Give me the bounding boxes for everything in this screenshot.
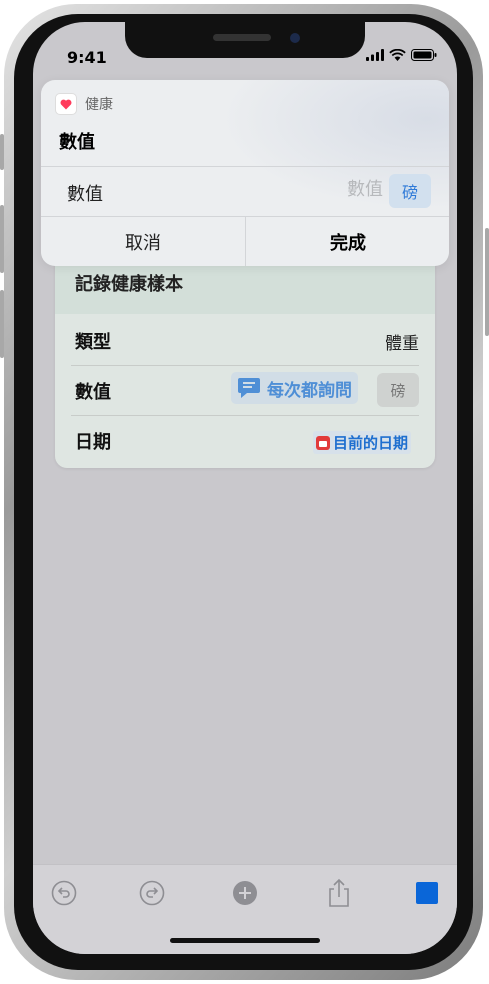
row-type-label: 類型 [75, 332, 111, 353]
health-app-icon [55, 93, 77, 115]
notch [125, 22, 365, 58]
signal-icon [366, 49, 384, 61]
message-icon [238, 378, 260, 398]
share-icon[interactable] [323, 877, 355, 909]
ask-each-time-token[interactable]: 每次都詢問 [231, 372, 358, 404]
status-time: 9:41 [67, 48, 107, 67]
current-date-token[interactable]: 目前的日期 [312, 431, 411, 454]
unit-token[interactable]: 磅 [377, 373, 419, 407]
screen: 記錄健康樣本 類型 體重 數值 每次都詢問 磅 日期 目前的日期 健康 數值 數… [33, 22, 457, 954]
undo-icon[interactable] [48, 877, 80, 909]
volume-up-button [0, 205, 4, 273]
front-camera [290, 33, 300, 43]
done-button[interactable]: 完成 [246, 217, 449, 266]
cancel-button[interactable]: 取消 [41, 217, 245, 266]
wifi-icon [389, 49, 406, 61]
row-date[interactable]: 日期 目前的日期 [55, 416, 435, 466]
silent-switch [0, 134, 4, 170]
calendar-icon [315, 435, 330, 450]
row-type-value[interactable]: 體重 [385, 329, 419, 354]
app-name: 健康 [85, 97, 113, 113]
home-indicator[interactable] [170, 938, 320, 943]
add-icon[interactable] [229, 877, 261, 909]
row-type[interactable]: 類型 體重 [55, 316, 435, 366]
speaker-grille [213, 34, 271, 41]
ask-each-time-label: 每次都詢問 [267, 380, 352, 401]
card-title: 記錄健康樣本 [75, 274, 183, 295]
redo-icon[interactable] [136, 877, 168, 909]
volume-down-button [0, 290, 4, 358]
row-value-label: 數值 [75, 382, 111, 403]
battery-icon [411, 49, 437, 61]
play-icon[interactable] [411, 877, 443, 909]
row-value[interactable]: 數值 每次都詢問 磅 [55, 366, 435, 416]
power-button [485, 228, 489, 336]
current-date-label: 目前的日期 [332, 434, 408, 452]
heart-icon [60, 99, 72, 109]
prompt-title: 數值 [59, 132, 95, 153]
value-field-label: 數值 [67, 184, 103, 205]
status-icons [366, 49, 437, 61]
value-input[interactable] [271, 178, 385, 201]
log-health-sample-card: 記錄健康樣本 類型 體重 數值 每次都詢問 磅 日期 目前的日期 [55, 242, 435, 468]
value-input-prompt: 健康 數值 數值 磅 取消 完成 [41, 80, 449, 266]
prompt-divider [41, 166, 449, 167]
row-date-label: 日期 [75, 432, 111, 453]
unit-chip[interactable]: 磅 [389, 174, 431, 208]
